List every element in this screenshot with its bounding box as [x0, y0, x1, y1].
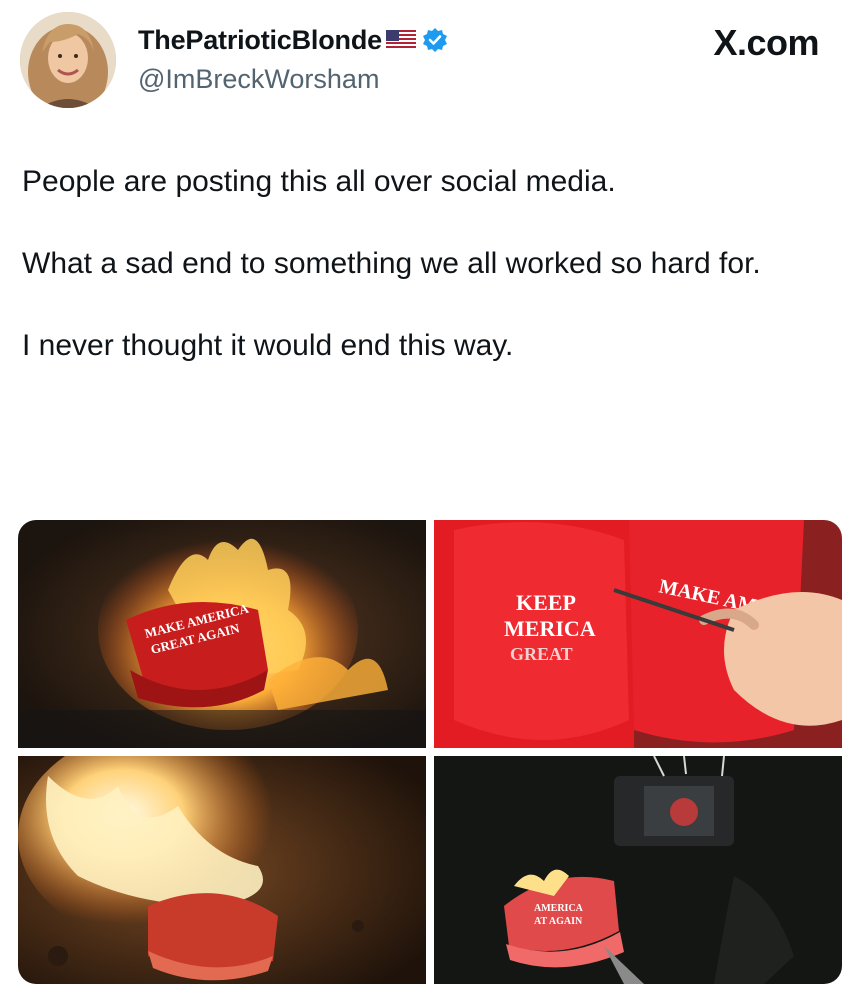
author-name-row[interactable]: ThePatrioticBlonde — [138, 22, 448, 58]
display-name[interactable]: ThePatrioticBlonde — [138, 25, 382, 56]
media-image-2[interactable]: KEEP MERICA GREAT MAKE AM — [434, 520, 842, 748]
hat-text-line2: AT AGAIN — [534, 916, 583, 927]
source-label: X.com — [713, 22, 819, 63]
verified-badge-icon — [422, 27, 448, 53]
us-flag-icon — [385, 30, 416, 50]
media-image-1[interactable]: MAKE AMERICA GREAT AGAIN — [18, 520, 426, 748]
media-image-4[interactable]: AMERICA AT AGAIN — [434, 756, 842, 984]
avatar[interactable] — [20, 12, 116, 108]
user-handle[interactable]: @ImBreckWorsham — [138, 64, 379, 95]
hat-left-line2: MERICA — [504, 616, 596, 641]
media-image-3[interactable] — [18, 756, 426, 984]
tweet-paragraph: What a sad end to something we all worke… — [22, 247, 761, 280]
tweet-text: People are posting this all over social … — [22, 162, 822, 408]
media-grid: MAKE AMERICA GREAT AGAIN KEEP MERICA GRE… — [18, 520, 842, 984]
tweet-paragraph: People are posting this all over social … — [22, 165, 616, 198]
hat-left-line3: GREAT — [510, 644, 573, 664]
tweet-header: ThePatrioticBlonde @ImBreckWorsham X.com — [0, 0, 861, 120]
hat-text-line1: AMERICA — [534, 903, 584, 914]
tweet-paragraph: I never thought it would end this way. — [22, 329, 514, 362]
hat-left-line1: KEEP — [516, 590, 576, 615]
